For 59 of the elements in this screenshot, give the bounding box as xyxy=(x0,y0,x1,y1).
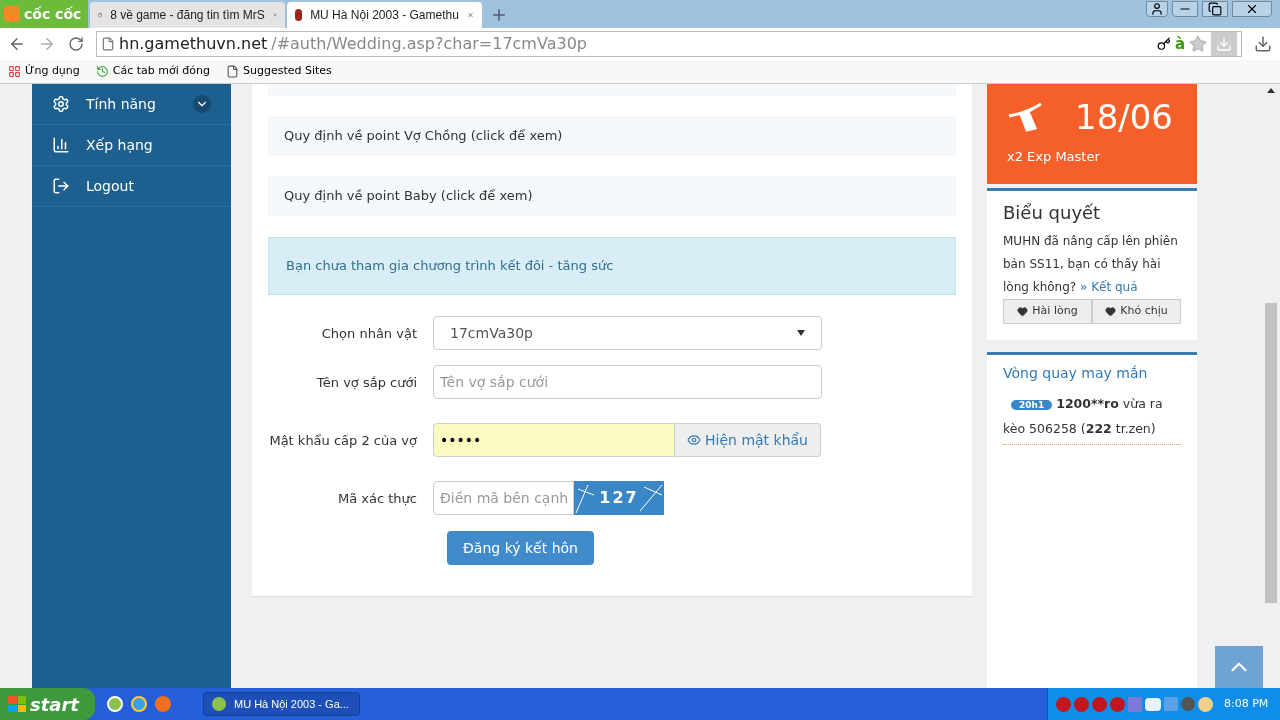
restore-icon[interactable] xyxy=(1202,1,1228,17)
history-icon xyxy=(95,65,109,78)
lucky-wheel-title: Vòng quay may mắn xyxy=(1003,364,1149,383)
result-link[interactable]: » Kết quả xyxy=(1080,280,1138,294)
accordion-header[interactable]: Quy định về point Baby (click để xem) xyxy=(268,176,956,216)
field-label: Chọn nhân vật xyxy=(320,325,418,343)
new-tab-icon[interactable] xyxy=(490,6,508,24)
password-field[interactable]: ••••• xyxy=(433,423,676,457)
bookmark-item[interactable]: Các tab mới đóng xyxy=(95,63,210,80)
windows-logo-icon xyxy=(8,696,26,712)
forward-icon[interactable] xyxy=(38,35,56,53)
grid-icon xyxy=(8,65,21,78)
address-bar[interactable]: hn.gamethuvn.net /#auth/Wedding.asp?char=17cmVa30p à xyxy=(96,31,1242,57)
poll-title: Biểu quyết xyxy=(1003,201,1102,225)
bookmark-item[interactable]: Suggested Sites xyxy=(225,63,332,80)
event-title: x2 Exp Master xyxy=(1007,148,1101,166)
scroll-top-button[interactable] xyxy=(1215,646,1263,688)
close-icon[interactable] xyxy=(1232,1,1272,17)
field-label: Mã xác thực xyxy=(337,490,418,508)
sidebar-item[interactable]: Tính năng xyxy=(32,84,231,125)
heart-icon xyxy=(1017,306,1029,317)
browser-tab[interactable]: 8 về game - đăng tin tìm MrS xyxy=(90,2,285,28)
show-password-button[interactable]: Hiện mật khẩu xyxy=(675,423,821,457)
site-favicon xyxy=(295,9,303,21)
gears-icon xyxy=(52,95,70,113)
ime-indicator[interactable]: à xyxy=(1174,32,1185,56)
clock: 8:08 PM xyxy=(1224,695,1269,712)
profile-icon[interactable] xyxy=(1146,1,1168,17)
start-button[interactable]: start xyxy=(0,688,95,720)
caret-icon xyxy=(797,330,805,336)
reload-icon[interactable] xyxy=(68,36,84,52)
info-alert: Bạn chưa tham gia chương trình kết đôi - tăng sức xyxy=(268,237,956,295)
chevron-icon[interactable] xyxy=(193,95,211,113)
captcha-image: 127 xyxy=(574,481,664,515)
star-icon[interactable] xyxy=(1189,35,1207,53)
input-field[interactable]: Tên vợ sắp cưới xyxy=(433,365,822,399)
field-label: Tên vợ sắp cưới xyxy=(315,374,418,392)
register-button[interactable]: Đăng ký kết hôn xyxy=(447,531,594,565)
sidebar-item[interactable]: Xếp hạng xyxy=(32,125,231,166)
character-select[interactable]: 17cmVa30p xyxy=(433,316,822,350)
bar-chart-icon xyxy=(52,136,70,154)
taskbar-window[interactable]: MU Hà Nội 2003 - Ga... xyxy=(203,692,360,716)
browser-tab[interactable]: MU Hà Nội 2003 - Gamethu xyxy=(287,2,482,28)
logout-icon xyxy=(52,177,70,195)
vote-button[interactable]: Khó chịu xyxy=(1092,299,1181,324)
sidebar-item[interactable]: Logout xyxy=(32,166,231,207)
minimize-icon[interactable] xyxy=(1172,1,1198,17)
bookmark-item[interactable]: Ứng dụng xyxy=(8,63,80,80)
vote-button[interactable]: Hài lòng xyxy=(1003,299,1092,324)
accordion-header[interactable]: Quy định về point Vợ Chồng (click để xem) xyxy=(268,116,956,156)
key-icon[interactable] xyxy=(1156,37,1171,51)
download-icon[interactable] xyxy=(1254,35,1272,53)
event-date: 18/06 xyxy=(1075,96,1173,139)
back-icon[interactable] xyxy=(8,35,26,53)
captcha-field[interactable]: Điền mã bên cạnh xyxy=(433,481,574,515)
eye-icon xyxy=(687,433,702,447)
field-label: Mật khẩu cấp 2 của vợ xyxy=(268,432,418,450)
wheel-entry: 20h1 1200**ro vừa ra kèo 506258 (222 tr.zen) xyxy=(1003,392,1181,445)
poll-question: MUHN đã nâng cấp lên phiên bản SS11, bạn có thấy hài lòng không? » Kết quả xyxy=(1003,233,1179,296)
